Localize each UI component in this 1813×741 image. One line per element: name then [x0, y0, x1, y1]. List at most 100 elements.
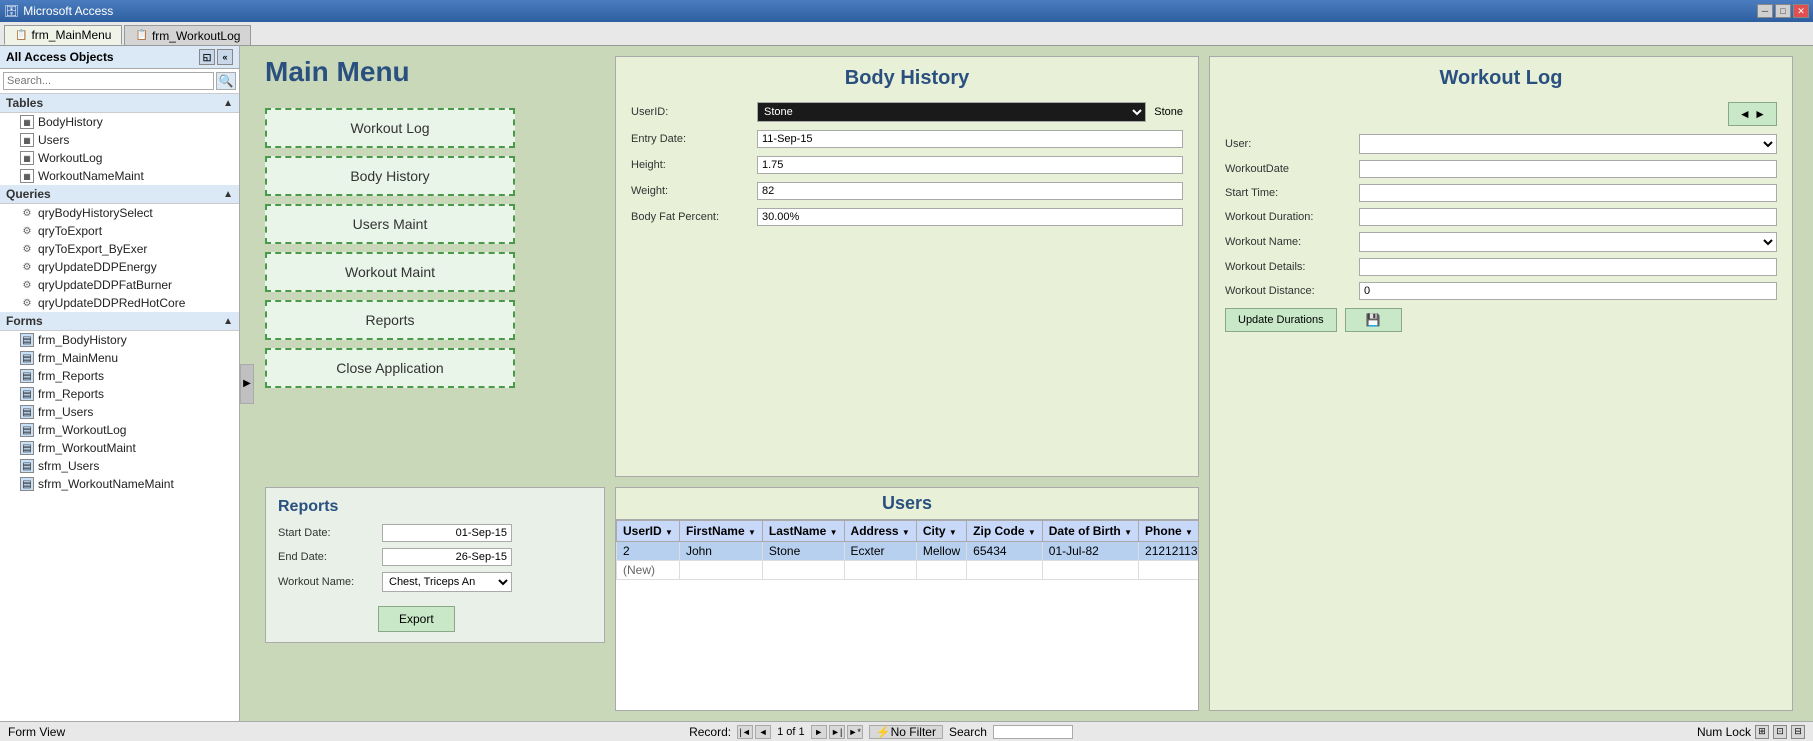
new-record-button[interactable]: ►* — [847, 725, 863, 739]
table-row-new[interactable]: (New) — [617, 560, 1200, 579]
nav-item-qry5[interactable]: ⚙ qryUpdateDDPFatBurner — [0, 276, 239, 294]
nav-icon: ◄ ► — [1739, 107, 1766, 121]
status-right: Num Lock ⊞ ⊡ ⊟ — [1697, 725, 1805, 739]
tab-main-menu[interactable]: 📋 frm_MainMenu — [4, 25, 122, 45]
col-city-label: City — [923, 524, 946, 538]
forms-toggle[interactable]: ▲ — [223, 316, 233, 327]
nav-item-users[interactable]: ▦ Users — [0, 131, 239, 149]
nav-item-qry3[interactable]: ⚙ qryToExport_ByExer — [0, 240, 239, 258]
entry-date-input[interactable] — [757, 130, 1183, 148]
col-lastname[interactable]: LastName ▼ — [762, 520, 844, 541]
cell-lastname: Stone — [762, 541, 844, 560]
table-row[interactable]: 2 John Stone Ecxter Mellow 65434 01-Jul-… — [617, 541, 1200, 560]
wl-user-select[interactable] — [1359, 134, 1777, 154]
reports-button[interactable]: Reports — [265, 300, 515, 340]
end-date-row: End Date: — [278, 548, 592, 566]
form-2-label: frm_MainMenu — [38, 351, 118, 365]
nav-item-frm4[interactable]: ▤ frm_Users — [0, 403, 239, 421]
users-maint-button[interactable]: Users Maint — [265, 204, 515, 244]
nav-item-frm1[interactable]: ▤ frm_BodyHistory — [0, 331, 239, 349]
export-button[interactable]: Export — [378, 606, 455, 632]
reports-title: Reports — [278, 498, 592, 516]
next-record-button[interactable]: ► — [811, 725, 827, 739]
weight-input[interactable] — [757, 182, 1183, 200]
col-userid-label: UserID — [623, 524, 662, 538]
wl-date-input[interactable] — [1359, 160, 1777, 178]
col-city[interactable]: City ▼ — [916, 520, 966, 541]
col-phone-arrow: ▼ — [1185, 528, 1193, 537]
cell-new-ln — [762, 560, 844, 579]
search-button[interactable]: 🔍 — [216, 72, 236, 90]
nav-item-qry1[interactable]: ⚙ qryBodyHistorySelect — [0, 204, 239, 222]
userid-select[interactable]: Stone — [757, 102, 1146, 122]
tab-workout-log[interactable]: 📋 frm_WorkoutLog — [124, 25, 251, 45]
status-icon-1: ⊞ — [1755, 725, 1769, 739]
header-icon-2[interactable]: « — [217, 49, 233, 65]
save-button[interactable]: 💾 — [1345, 308, 1402, 332]
no-filter-button[interactable]: ⚡ No Filter — [869, 725, 943, 739]
wl-details-input[interactable] — [1359, 258, 1777, 276]
search-field[interactable] — [993, 725, 1073, 739]
first-record-button[interactable]: |◄ — [737, 725, 753, 739]
queries-toggle[interactable]: ▲ — [223, 189, 233, 200]
tables-toggle[interactable]: ▲ — [223, 98, 233, 109]
update-durations-button[interactable]: Update Durations — [1225, 308, 1337, 332]
nav-item-frm3[interactable]: ▤ frm_Reports — [0, 367, 239, 385]
workout-log-button[interactable]: Workout Log — [265, 108, 515, 148]
wl-name-select[interactable] — [1359, 232, 1777, 252]
nav-item-frm2[interactable]: ▤ frm_MainMenu — [0, 349, 239, 367]
cell-zipcode: 65434 — [967, 541, 1043, 560]
nav-item-frm5[interactable]: ▤ frm_WorkoutLog — [0, 421, 239, 439]
col-dob[interactable]: Date of Birth ▼ — [1042, 520, 1138, 541]
prev-record-button[interactable]: ◄ — [755, 725, 771, 739]
nav-item-frm8[interactable]: ▤ sfrm_WorkoutNameMaint — [0, 475, 239, 493]
workout-maint-button[interactable]: Workout Maint — [265, 252, 515, 292]
nav-item-workoutnamemaint[interactable]: ▦ WorkoutNameMaint — [0, 167, 239, 185]
close-application-button[interactable]: Close Application — [265, 348, 515, 388]
workout-log-nav-button[interactable]: ◄ ► — [1728, 102, 1777, 126]
col-zipcode[interactable]: Zip Code ▼ — [967, 520, 1043, 541]
nav-item-qry2[interactable]: ⚙ qryToExport — [0, 222, 239, 240]
col-lastname-arrow: ▼ — [830, 528, 838, 537]
weight-label: Weight: — [631, 185, 751, 197]
query-6-label: qryUpdateDDPRedHotCore — [38, 296, 185, 310]
nav-item-body-history[interactable]: ▦ BodyHistory — [0, 113, 239, 131]
body-fat-input[interactable] — [757, 208, 1183, 226]
minimize-button[interactable]: ─ — [1757, 4, 1773, 18]
col-address[interactable]: Address ▼ — [844, 520, 916, 541]
wl-duration-input[interactable] — [1359, 208, 1777, 226]
start-date-input[interactable] — [382, 524, 512, 542]
nav-item-frm-reports[interactable]: ▤ frm_Reports — [0, 385, 239, 403]
form-icon-8: ▤ — [20, 477, 34, 491]
nav-item-qry6[interactable]: ⚙ qryUpdateDDPRedHotCore — [0, 294, 239, 312]
body-history-button[interactable]: Body History — [265, 156, 515, 196]
left-panel: All Access Objects ◱ « 🔍 Tables ▲ ▦ Body… — [0, 46, 240, 721]
end-date-input[interactable] — [382, 548, 512, 566]
collapse-handle[interactable]: ▶ — [240, 364, 254, 404]
wl-distance-input[interactable] — [1359, 282, 1777, 300]
table-icon-body-history: ▦ — [20, 115, 34, 129]
users-section: Users UserID ▼ FirstName ▼ LastName ▼ — [615, 487, 1199, 712]
tab-bar: 📋 frm_MainMenu 📋 frm_WorkoutLog — [0, 22, 1813, 46]
nav-item-qry4[interactable]: ⚙ qryUpdateDDPEnergy — [0, 258, 239, 276]
nav-item-frm6[interactable]: ▤ frm_WorkoutMaint — [0, 439, 239, 457]
search-input[interactable] — [3, 72, 214, 90]
col-phone[interactable]: Phone ▼ — [1139, 520, 1199, 541]
main-menu-section: Main Menu Workout Log Body History Users… — [265, 56, 605, 477]
maximize-button[interactable]: □ — [1775, 4, 1791, 18]
close-button[interactable]: ✕ — [1793, 4, 1809, 18]
query-icon-2: ⚙ — [20, 224, 34, 238]
reports-section: Reports Start Date: End Date: Workout Na… — [265, 487, 605, 643]
wl-distance-row: Workout Distance: — [1225, 282, 1777, 300]
col-firstname[interactable]: FirstName ▼ — [679, 520, 762, 541]
forms-section-header: Forms ▲ — [0, 312, 239, 331]
col-userid[interactable]: UserID ▼ — [617, 520, 680, 541]
nav-item-workoutlog[interactable]: ▦ WorkoutLog — [0, 149, 239, 167]
query-icon-6: ⚙ — [20, 296, 34, 310]
header-icon-1[interactable]: ◱ — [199, 49, 215, 65]
nav-item-frm7[interactable]: ▤ sfrm_Users — [0, 457, 239, 475]
wl-start-input[interactable] — [1359, 184, 1777, 202]
workout-name-select[interactable]: Chest, Triceps An — [382, 572, 512, 592]
height-input[interactable] — [757, 156, 1183, 174]
last-record-button[interactable]: ►| — [829, 725, 845, 739]
